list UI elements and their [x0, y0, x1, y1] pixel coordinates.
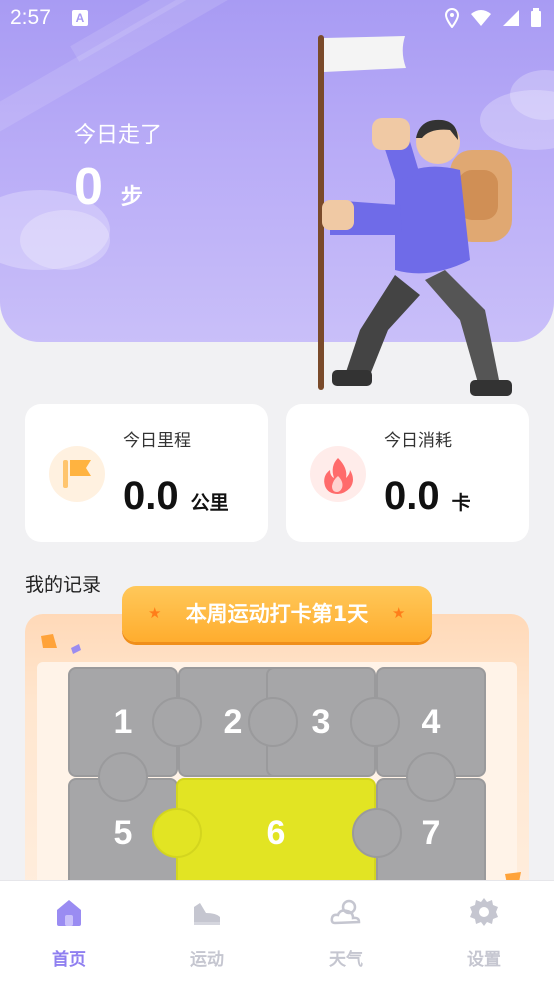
- battery-icon: [531, 8, 541, 27]
- puzzle-knob: [406, 752, 456, 802]
- today-steps-label: 今日走了: [74, 123, 163, 148]
- signal-icon: [503, 10, 519, 26]
- gear-icon: [470, 898, 498, 926]
- puzzle-knob: [152, 697, 202, 747]
- tab-settings[interactable]: 设置: [434, 895, 534, 970]
- weekly-checkin-text: 本周运动打卡第1天: [185, 602, 369, 626]
- tab-exercise[interactable]: 运动: [157, 895, 257, 970]
- tab-home[interactable]: 首页: [19, 895, 119, 970]
- status-time: 2:57: [10, 6, 51, 29]
- puzzle-piece-6[interactable]: 6: [176, 778, 376, 888]
- puzzle-knob: [352, 808, 402, 858]
- star-icon: ★: [392, 604, 406, 622]
- tab-exercise-label: 运动: [190, 950, 224, 970]
- puzzle-knob: [248, 697, 298, 747]
- tab-weather-label: 天气: [329, 950, 363, 970]
- puzzle-knob: [98, 752, 148, 802]
- flame-icon: [310, 446, 366, 502]
- weather-icon: [330, 899, 361, 925]
- distance-card[interactable]: 今日里程 0.0 公里: [25, 404, 268, 542]
- confetti-decoration: [41, 634, 81, 654]
- home-icon: [57, 900, 81, 926]
- notification-a-icon: A: [72, 10, 88, 26]
- hiker-illustration: [318, 35, 512, 396]
- tab-settings-label: 设置: [467, 950, 501, 970]
- steps-value: 0: [74, 158, 103, 216]
- calories-title: 今日消耗: [384, 431, 452, 451]
- tab-home-label: 首页: [52, 950, 86, 970]
- shoe-icon: [194, 903, 220, 925]
- weekly-checkin-banner: ★ 本周运动打卡第1天 ★: [122, 586, 432, 642]
- flag-icon: [49, 446, 105, 502]
- wifi-icon: [471, 10, 491, 26]
- distance-unit: 公里: [190, 492, 229, 514]
- puzzle-knob: [350, 697, 400, 747]
- location-icon: [444, 8, 460, 28]
- steps-unit: 步: [120, 185, 143, 210]
- distance-title: 今日里程: [123, 431, 191, 451]
- tab-weather[interactable]: 天气: [296, 895, 396, 970]
- calories-value: 0.0: [384, 474, 440, 518]
- distance-value: 0.0: [123, 474, 179, 518]
- calories-unit: 卡: [451, 492, 471, 514]
- steps-display: 0 步: [74, 157, 143, 217]
- calories-card[interactable]: 今日消耗 0.0 卡: [286, 404, 529, 542]
- records-title: 我的记录: [25, 574, 102, 596]
- puzzle-knob-active: [152, 808, 202, 858]
- bottom-tab-bar: 首页 运动 天气 设置: [0, 880, 554, 984]
